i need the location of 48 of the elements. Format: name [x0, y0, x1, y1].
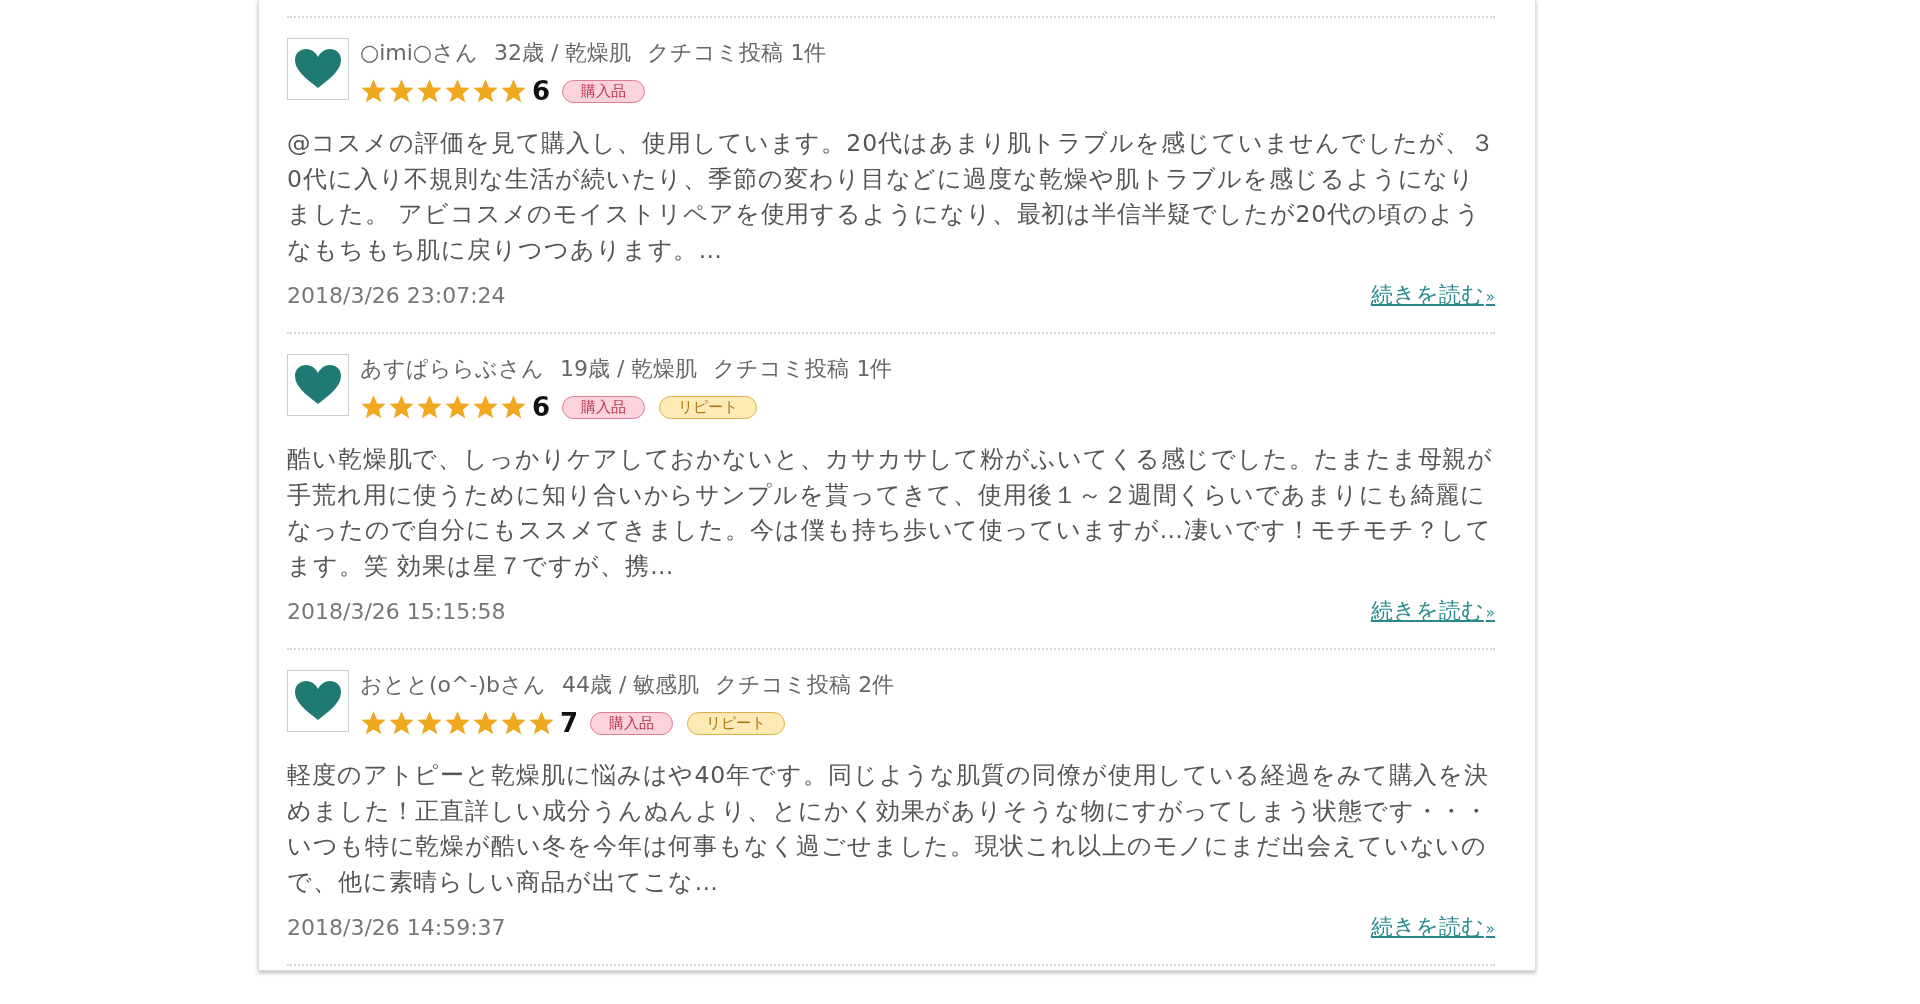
heart-avatar-icon	[287, 354, 349, 416]
review-tag: リピート	[659, 395, 758, 419]
star-icon	[444, 709, 471, 737]
read-more-link[interactable]: 続きを読む»	[1370, 912, 1495, 942]
reviewer-name: あすぱららぶさん	[360, 355, 544, 383]
star-icon	[500, 77, 527, 105]
reviewer-profile: 44歳 / 敏感肌	[561, 671, 700, 699]
review-date: 2018/3/26 23:07:24	[287, 282, 506, 308]
review-tag: 購入品	[562, 395, 646, 419]
star-icon	[416, 393, 443, 421]
star-icon	[472, 77, 499, 105]
star-icon	[360, 77, 387, 105]
review-date: 2018/3/26 14:59:37	[287, 914, 506, 940]
heart-avatar-icon	[287, 38, 349, 100]
star-icon	[500, 393, 527, 421]
star-icon	[416, 77, 443, 105]
read-more-link[interactable]: 続きを読む»	[1370, 596, 1495, 626]
star-icon	[360, 393, 387, 421]
star-icon	[500, 709, 527, 737]
star-icon	[444, 393, 471, 421]
review-text: 軽度のアトピーと乾燥肌に悩みはや40年です。同じような肌質の同僚が使用している経過をみて購入を決めました！正直詳しい成分うんぬんより、とにかく効果がありそうな物にすがってしまう状態です・・・いつも特に乾燥が酷い冬を今年は何事もなく過ごせました。現状これ以上のモノにまだ出会えていないので、他に素晴らしい商品が出てこな…	[287, 760, 1491, 898]
star-icon	[528, 709, 555, 737]
review-count: クチコミ投稿 2件	[715, 671, 895, 699]
review-tag: 購入品	[590, 711, 674, 735]
heart-avatar-icon	[287, 670, 349, 732]
rating-score: 7	[560, 708, 579, 738]
star-icon	[388, 709, 415, 737]
star-icon	[416, 709, 443, 737]
review-tag: 購入品	[562, 79, 646, 103]
star-icon	[472, 393, 499, 421]
review-count: クチコミ投稿 1件	[713, 355, 893, 383]
reviewer-profile: 19歳 / 乾燥肌	[560, 355, 698, 383]
star-icon	[388, 77, 415, 105]
star-icon	[360, 709, 387, 737]
review-text: @コスメの評価を見て購入し、使用しています。20代はあまり肌トラブルを感じていませんでしたが、３0代に入り不規則な生活が続いたり、季節の変わり目などに過度な乾燥や肌トラブルを感じるようになりました。 アビコスメのモイストリペアを使用するようになり、最初は半信半疑でしたが20代の頃のようなもちもち肌に戻りつつあります。…	[287, 128, 1495, 266]
reviewer-name: おとと(o^-)bさん	[360, 671, 546, 699]
star-icon	[472, 709, 499, 737]
read-more-link[interactable]: 続きを読む»	[1370, 280, 1495, 310]
rating-score: 6	[532, 392, 551, 422]
star-icon	[444, 77, 471, 105]
reviewer-profile: 32歳 / 乾燥肌	[494, 39, 632, 67]
review-date: 2018/3/26 15:15:58	[287, 598, 506, 624]
review-tag: リピート	[687, 711, 786, 735]
star-icon	[388, 393, 415, 421]
review-count: クチコミ投稿 1件	[647, 39, 827, 67]
review-text: 酷い乾燥肌で、しっかりケアしておかないと、カサカサして粉がふいてくる感じでした。たまたま母親が手荒れ用に使うために知り合いからサンプルを貰ってきて、使用後１～２週間くらいであまりにも綺麗になったので自分にもススメてきました。今は僕も持ち歩いて使っていますが…凄いです！モチモチ？してます。笑 効果は星７ですが、携…	[287, 444, 1495, 582]
reviewer-name: ○imi○さん	[360, 39, 479, 67]
rating-score: 6	[532, 76, 551, 106]
